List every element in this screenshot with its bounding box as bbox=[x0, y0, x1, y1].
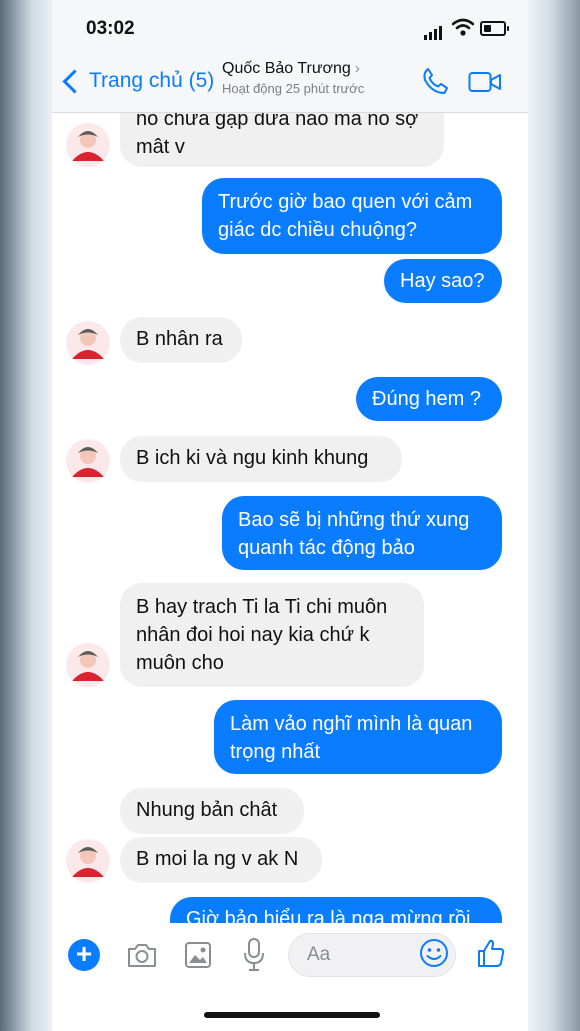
incoming-message[interactable]: Nhung bản chât bbox=[120, 788, 304, 834]
contact-avatar[interactable] bbox=[66, 643, 110, 687]
status-bar: 03:02 bbox=[52, 0, 528, 52]
image-icon[interactable] bbox=[184, 941, 212, 974]
battery-icon bbox=[480, 21, 509, 36]
messenger-screen: 03:02 Trang chủ (5) Quốc Bảo Trương › Hoạ… bbox=[52, 0, 528, 1031]
message-composer: + Aa bbox=[52, 923, 528, 991]
contact-avatar[interactable] bbox=[66, 123, 110, 167]
incoming-message[interactable]: B moi la ng v ak N bbox=[120, 837, 322, 883]
outgoing-message[interactable]: Hay sao? bbox=[384, 259, 502, 303]
message-thread[interactable]: no chưa gạp dưa nào ma no sợ mât v Trước… bbox=[52, 113, 528, 923]
outgoing-message[interactable]: Làm vảo nghĩ mình là quan trọng nhất bbox=[214, 700, 502, 774]
outgoing-message[interactable]: Giờ bảo hiểu ra là nga mừng rồi bbox=[170, 897, 502, 923]
incoming-message[interactable]: B hay trach Ti la Ti chi muôn nhân đoi h… bbox=[120, 583, 424, 687]
back-button[interactable]: Trang chủ (5) bbox=[60, 66, 214, 96]
contact-info[interactable]: Quốc Bảo Trương › Hoạt động 25 phút trước bbox=[222, 60, 402, 96]
video-call-icon[interactable] bbox=[468, 70, 502, 99]
wifi-icon bbox=[451, 18, 475, 41]
outgoing-message[interactable]: Trước giờ bao quen với cảm giác dc chiều… bbox=[202, 178, 502, 254]
contact-avatar[interactable] bbox=[66, 321, 110, 365]
thumbs-up-icon[interactable] bbox=[476, 937, 506, 974]
message-text: Bao sẽ bị những thứ xung bbox=[238, 509, 470, 531]
incoming-message[interactable]: B nhân ra bbox=[120, 317, 242, 363]
contact-avatar[interactable] bbox=[66, 839, 110, 883]
emoji-icon[interactable] bbox=[419, 938, 449, 973]
conversation-header: Trang chủ (5) Quốc Bảo Trương › Hoạt động… bbox=[52, 52, 528, 113]
contact-name: Quốc Bảo Trương bbox=[222, 60, 351, 77]
chevron-left-icon bbox=[62, 68, 87, 94]
home-area bbox=[52, 991, 528, 1031]
back-label: Trang chủ (5) bbox=[89, 69, 215, 92]
camera-icon[interactable] bbox=[126, 941, 158, 974]
plus-icon[interactable]: + bbox=[68, 939, 100, 971]
status-time: 03:02 bbox=[86, 18, 135, 39]
contact-status: Hoạt động 25 phút trước bbox=[222, 81, 365, 96]
chevron-right-icon: › bbox=[354, 60, 360, 77]
message-input-placeholder: Aa bbox=[307, 944, 331, 965]
home-indicator[interactable] bbox=[204, 1012, 380, 1018]
contact-avatar[interactable] bbox=[66, 439, 110, 483]
incoming-message[interactable]: no chưa gạp dưa nào ma no sợ mât v bbox=[120, 113, 444, 167]
signal-icon bbox=[424, 22, 444, 40]
background-left bbox=[0, 0, 52, 1031]
outgoing-message[interactable]: Bao sẽ bị những thứ xung quanh tác động … bbox=[222, 496, 502, 570]
background-right bbox=[528, 0, 580, 1031]
microphone-icon[interactable] bbox=[242, 937, 266, 978]
incoming-message[interactable]: B ich ki và ngu kinh khung bbox=[120, 436, 402, 482]
phone-call-icon[interactable] bbox=[420, 66, 450, 101]
outgoing-message[interactable]: Đúng hem ? bbox=[356, 377, 502, 421]
